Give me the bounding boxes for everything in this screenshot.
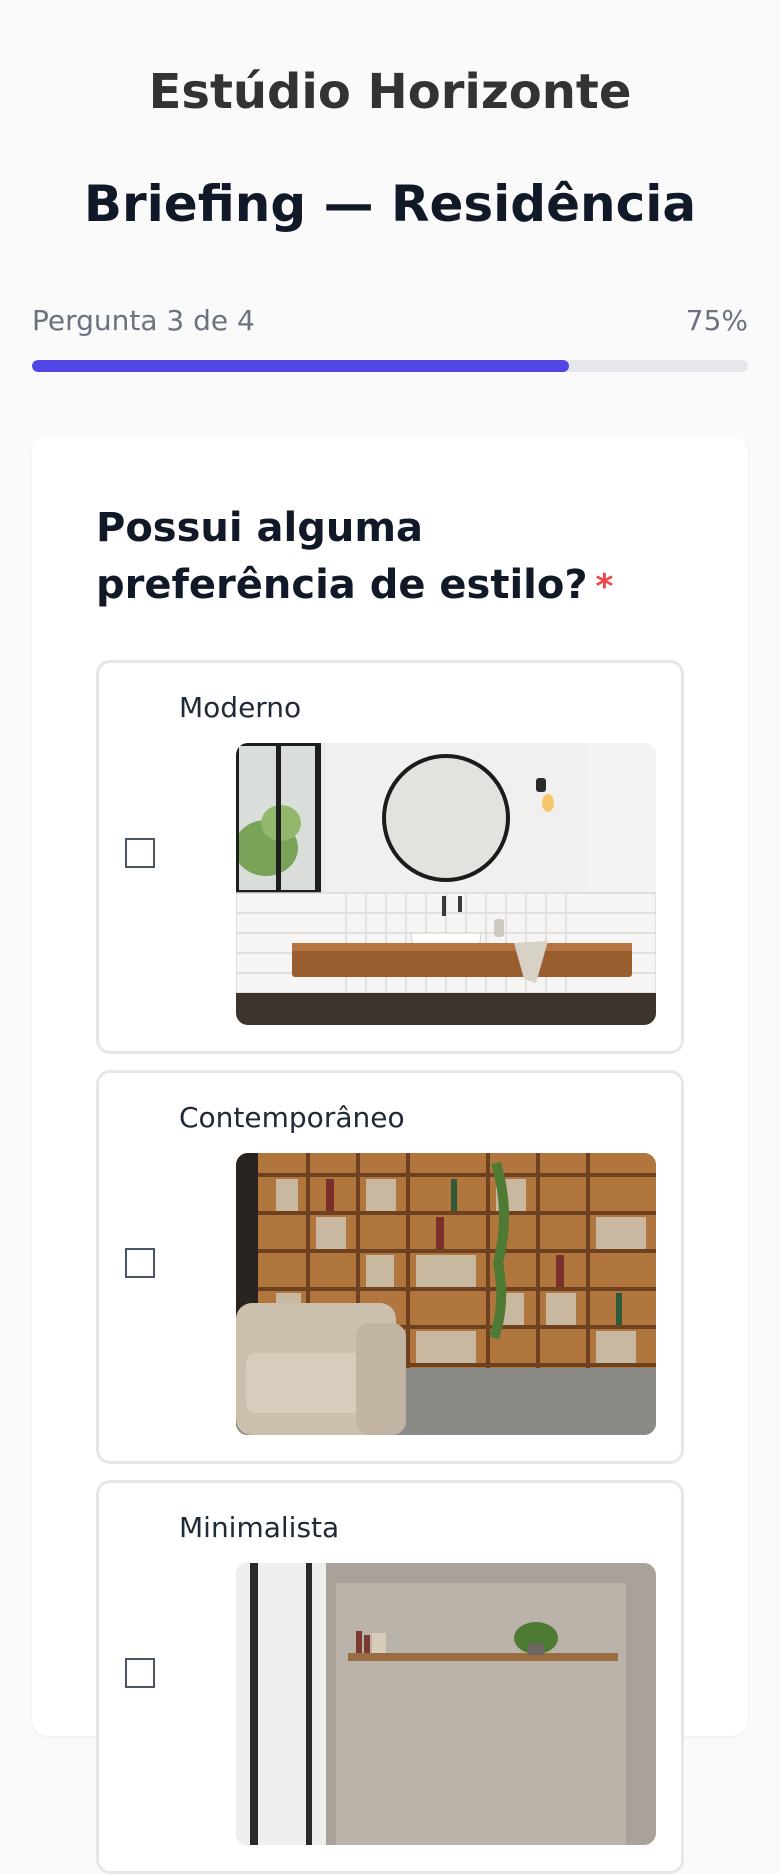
option-contemporaneo[interactable]: Contemporâneo	[96, 1070, 684, 1464]
question-title: Possui alguma preferência de estilo? *	[96, 500, 696, 616]
modern-bathroom-photo	[236, 743, 656, 1025]
bookshelf-living-room-photo	[236, 1153, 656, 1435]
option-moderno[interactable]: Moderno	[96, 660, 684, 1054]
required-marker: *	[595, 567, 614, 607]
brand-name: Estúdio Horizonte	[148, 64, 632, 120]
option-label: Moderno	[179, 691, 302, 724]
option-checkbox[interactable]	[125, 1248, 155, 1278]
option-minimalista[interactable]: Minimalista	[96, 1480, 684, 1874]
progress-percent: 75%	[685, 304, 748, 337]
question-text: Possui alguma preferência de estilo?	[96, 505, 588, 608]
minimalist-niche-photo	[236, 1563, 656, 1845]
option-label: Minimalista	[179, 1511, 340, 1544]
progress-label: Pergunta 3 de 4	[32, 304, 255, 337]
option-checkbox[interactable]	[125, 838, 155, 868]
progress-bar	[32, 360, 748, 372]
progress-bar-fill	[32, 360, 569, 372]
progress-info: Pergunta 3 de 4 75%	[32, 304, 748, 337]
page-title: Briefing — Residência	[83, 175, 697, 233]
option-checkbox[interactable]	[125, 1658, 155, 1688]
option-label: Contemporâneo	[179, 1101, 405, 1134]
